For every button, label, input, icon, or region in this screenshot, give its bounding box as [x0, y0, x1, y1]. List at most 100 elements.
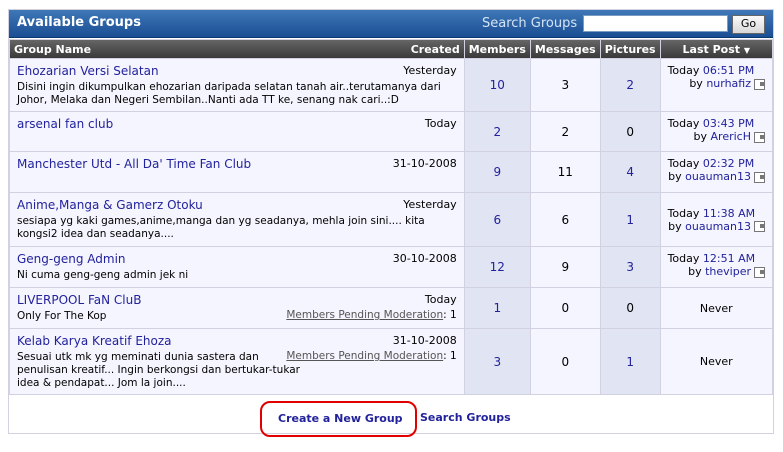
pending-count: : 1: [443, 350, 457, 362]
col-header-members[interactable]: Members: [464, 40, 530, 58]
last-poster-link[interactable]: nurhafiz: [706, 77, 751, 90]
search-groups-button[interactable]: Search Groups: [420, 411, 511, 424]
group-cell: arsenal fan club Today: [10, 112, 464, 151]
group-link[interactable]: Ehozarian Versi Selatan: [17, 64, 159, 78]
group-description: Sesuai utk mk yg meminati dunia sastera …: [17, 351, 300, 389]
group-description: Disini ingin dikumpulkan ehozarian darip…: [17, 81, 441, 106]
last-post-time: 06:51 PM: [702, 64, 755, 77]
created-date: Yesterday: [403, 198, 457, 211]
last-post-date: Today: [667, 117, 700, 130]
group-description: sesiapa yg kaki games,anime,manga dan yg…: [17, 215, 425, 240]
pictures-cell: 4: [600, 152, 660, 192]
group-link[interactable]: arsenal fan club: [17, 117, 113, 131]
created-date: 30-10-2008: [392, 252, 457, 265]
created-date: Yesterday: [403, 64, 457, 77]
last-post-date: Today: [667, 64, 700, 77]
col-header-created[interactable]: Created: [411, 43, 460, 56]
table-row: Manchester Utd - All Da' Time Fan Club 3…: [10, 152, 772, 192]
last-post-cell: Today 06:51 PM by nurhafiz: [660, 59, 772, 111]
go-to-last-post-icon[interactable]: [754, 78, 765, 90]
last-post-cell: Today 02:32 PM by ouauman13: [660, 152, 772, 192]
members-link[interactable]: 9: [493, 165, 501, 179]
last-post-never: Never: [660, 329, 772, 394]
go-to-last-post-icon[interactable]: [754, 171, 765, 183]
last-post-cell: Today 03:43 PM by ArericH: [660, 112, 772, 151]
pictures-link[interactable]: 3: [626, 260, 634, 274]
by-label: by: [688, 265, 702, 278]
last-post-cell: Today 11:38 AM by ouauman13: [660, 193, 772, 246]
last-post-time: 03:43 PM: [702, 117, 755, 130]
messages-count: 2: [530, 112, 600, 151]
go-to-last-post-icon[interactable]: [754, 221, 765, 232]
last-post-time: 02:32 PM: [702, 157, 755, 170]
members-link[interactable]: 12: [490, 260, 505, 274]
group-link[interactable]: Anime,Manga & Gamerz Otoku: [17, 198, 203, 212]
sort-desc-icon: ▼: [743, 45, 751, 55]
last-post-date: Today: [667, 157, 700, 170]
group-cell: Geng-geng Admin 30-10-2008 Ni cuma geng-…: [10, 247, 464, 287]
col-header-group-name[interactable]: Group Name Created: [10, 40, 464, 58]
table-row: arsenal fan club Today 2 2 0 Today 03:43…: [10, 112, 772, 151]
pending-count: : 1: [443, 309, 457, 321]
group-cell: Kelab Karya Kreatif Ehoza 31-10-2008 Ses…: [10, 329, 464, 394]
members-link[interactable]: 10: [490, 78, 505, 92]
group-link[interactable]: LIVERPOOL FaN CluB: [17, 293, 141, 307]
table-row: Kelab Karya Kreatif Ehoza 31-10-2008 Ses…: [10, 329, 772, 394]
pictures-cell: 2: [600, 59, 660, 111]
last-post-time: 12:51 AM: [702, 252, 756, 265]
messages-count: 0: [530, 288, 600, 328]
members-link[interactable]: 1: [493, 301, 501, 315]
pictures-link[interactable]: 2: [626, 78, 634, 92]
table-header-row: Group Name Created Members Messages Pict…: [10, 40, 772, 58]
by-label: by: [689, 77, 703, 90]
messages-count: 11: [530, 152, 600, 192]
go-to-last-post-icon[interactable]: [754, 266, 765, 278]
by-label: by: [693, 130, 708, 143]
last-poster-link[interactable]: ouauman13: [685, 170, 751, 183]
last-poster-link[interactable]: theviper: [705, 265, 751, 278]
panel-header: Available Groups Search Groups Go: [9, 10, 773, 38]
pending-moderation-link[interactable]: Members Pending Moderation: [286, 309, 443, 321]
group-link[interactable]: Kelab Karya Kreatif Ehoza: [17, 334, 172, 348]
members-link[interactable]: 3: [493, 355, 501, 369]
go-to-last-post-icon[interactable]: [754, 131, 765, 143]
pending-moderation-link[interactable]: Members Pending Moderation: [286, 350, 443, 362]
pictures-cell: 1: [600, 193, 660, 246]
last-post-never: Never: [660, 288, 772, 328]
members-link[interactable]: 2: [493, 125, 501, 139]
available-groups-panel: Available Groups Search Groups Go Group …: [8, 9, 774, 437]
table-row: Geng-geng Admin 30-10-2008 Ni cuma geng-…: [10, 247, 772, 287]
created-date: Today: [424, 293, 457, 306]
pictures-link[interactable]: 1: [626, 213, 634, 227]
group-link[interactable]: Manchester Utd - All Da' Time Fan Club: [17, 157, 251, 171]
pictures-cell: 1: [600, 329, 660, 394]
col-header-messages[interactable]: Messages: [530, 40, 600, 58]
create-group-highlight: Create a New Group: [260, 401, 417, 437]
group-cell: Manchester Utd - All Da' Time Fan Club 3…: [10, 152, 464, 192]
members-cell: 3: [464, 329, 530, 394]
messages-count: 6: [530, 193, 600, 246]
col-header-pictures[interactable]: Pictures: [600, 40, 660, 58]
pending-moderation: Members Pending Moderation: 1: [286, 350, 456, 362]
table-row: Ehozarian Versi Selatan Yesterday Disini…: [10, 59, 772, 111]
pictures-count: 0: [600, 112, 660, 151]
table-row: Anime,Manga & Gamerz Otoku Yesterday ses…: [10, 193, 772, 246]
members-link[interactable]: 6: [493, 213, 501, 227]
col-header-last-post[interactable]: Last Post ▼: [660, 40, 772, 58]
create-group-button[interactable]: Create a New Group: [278, 412, 403, 425]
last-post-date: Today: [667, 206, 700, 220]
go-button[interactable]: Go: [732, 15, 765, 34]
created-date: 31-10-2008: [392, 334, 457, 347]
by-label: by: [668, 219, 682, 233]
group-description: Ni cuma geng-geng admin jek ni: [17, 269, 189, 281]
last-poster-link[interactable]: ouauman13: [685, 220, 751, 233]
pictures-cell: 3: [600, 247, 660, 287]
pictures-link[interactable]: 4: [626, 165, 634, 179]
last-post-cell: Today 12:51 AM by theviper: [660, 247, 772, 287]
panel-footer: Create a New Group Search Groups: [9, 401, 773, 437]
members-cell: 6: [464, 193, 530, 246]
pictures-link[interactable]: 1: [626, 355, 634, 369]
last-poster-link[interactable]: ArericH: [711, 130, 751, 143]
search-groups-input[interactable]: [583, 15, 728, 32]
group-link[interactable]: Geng-geng Admin: [17, 252, 126, 266]
